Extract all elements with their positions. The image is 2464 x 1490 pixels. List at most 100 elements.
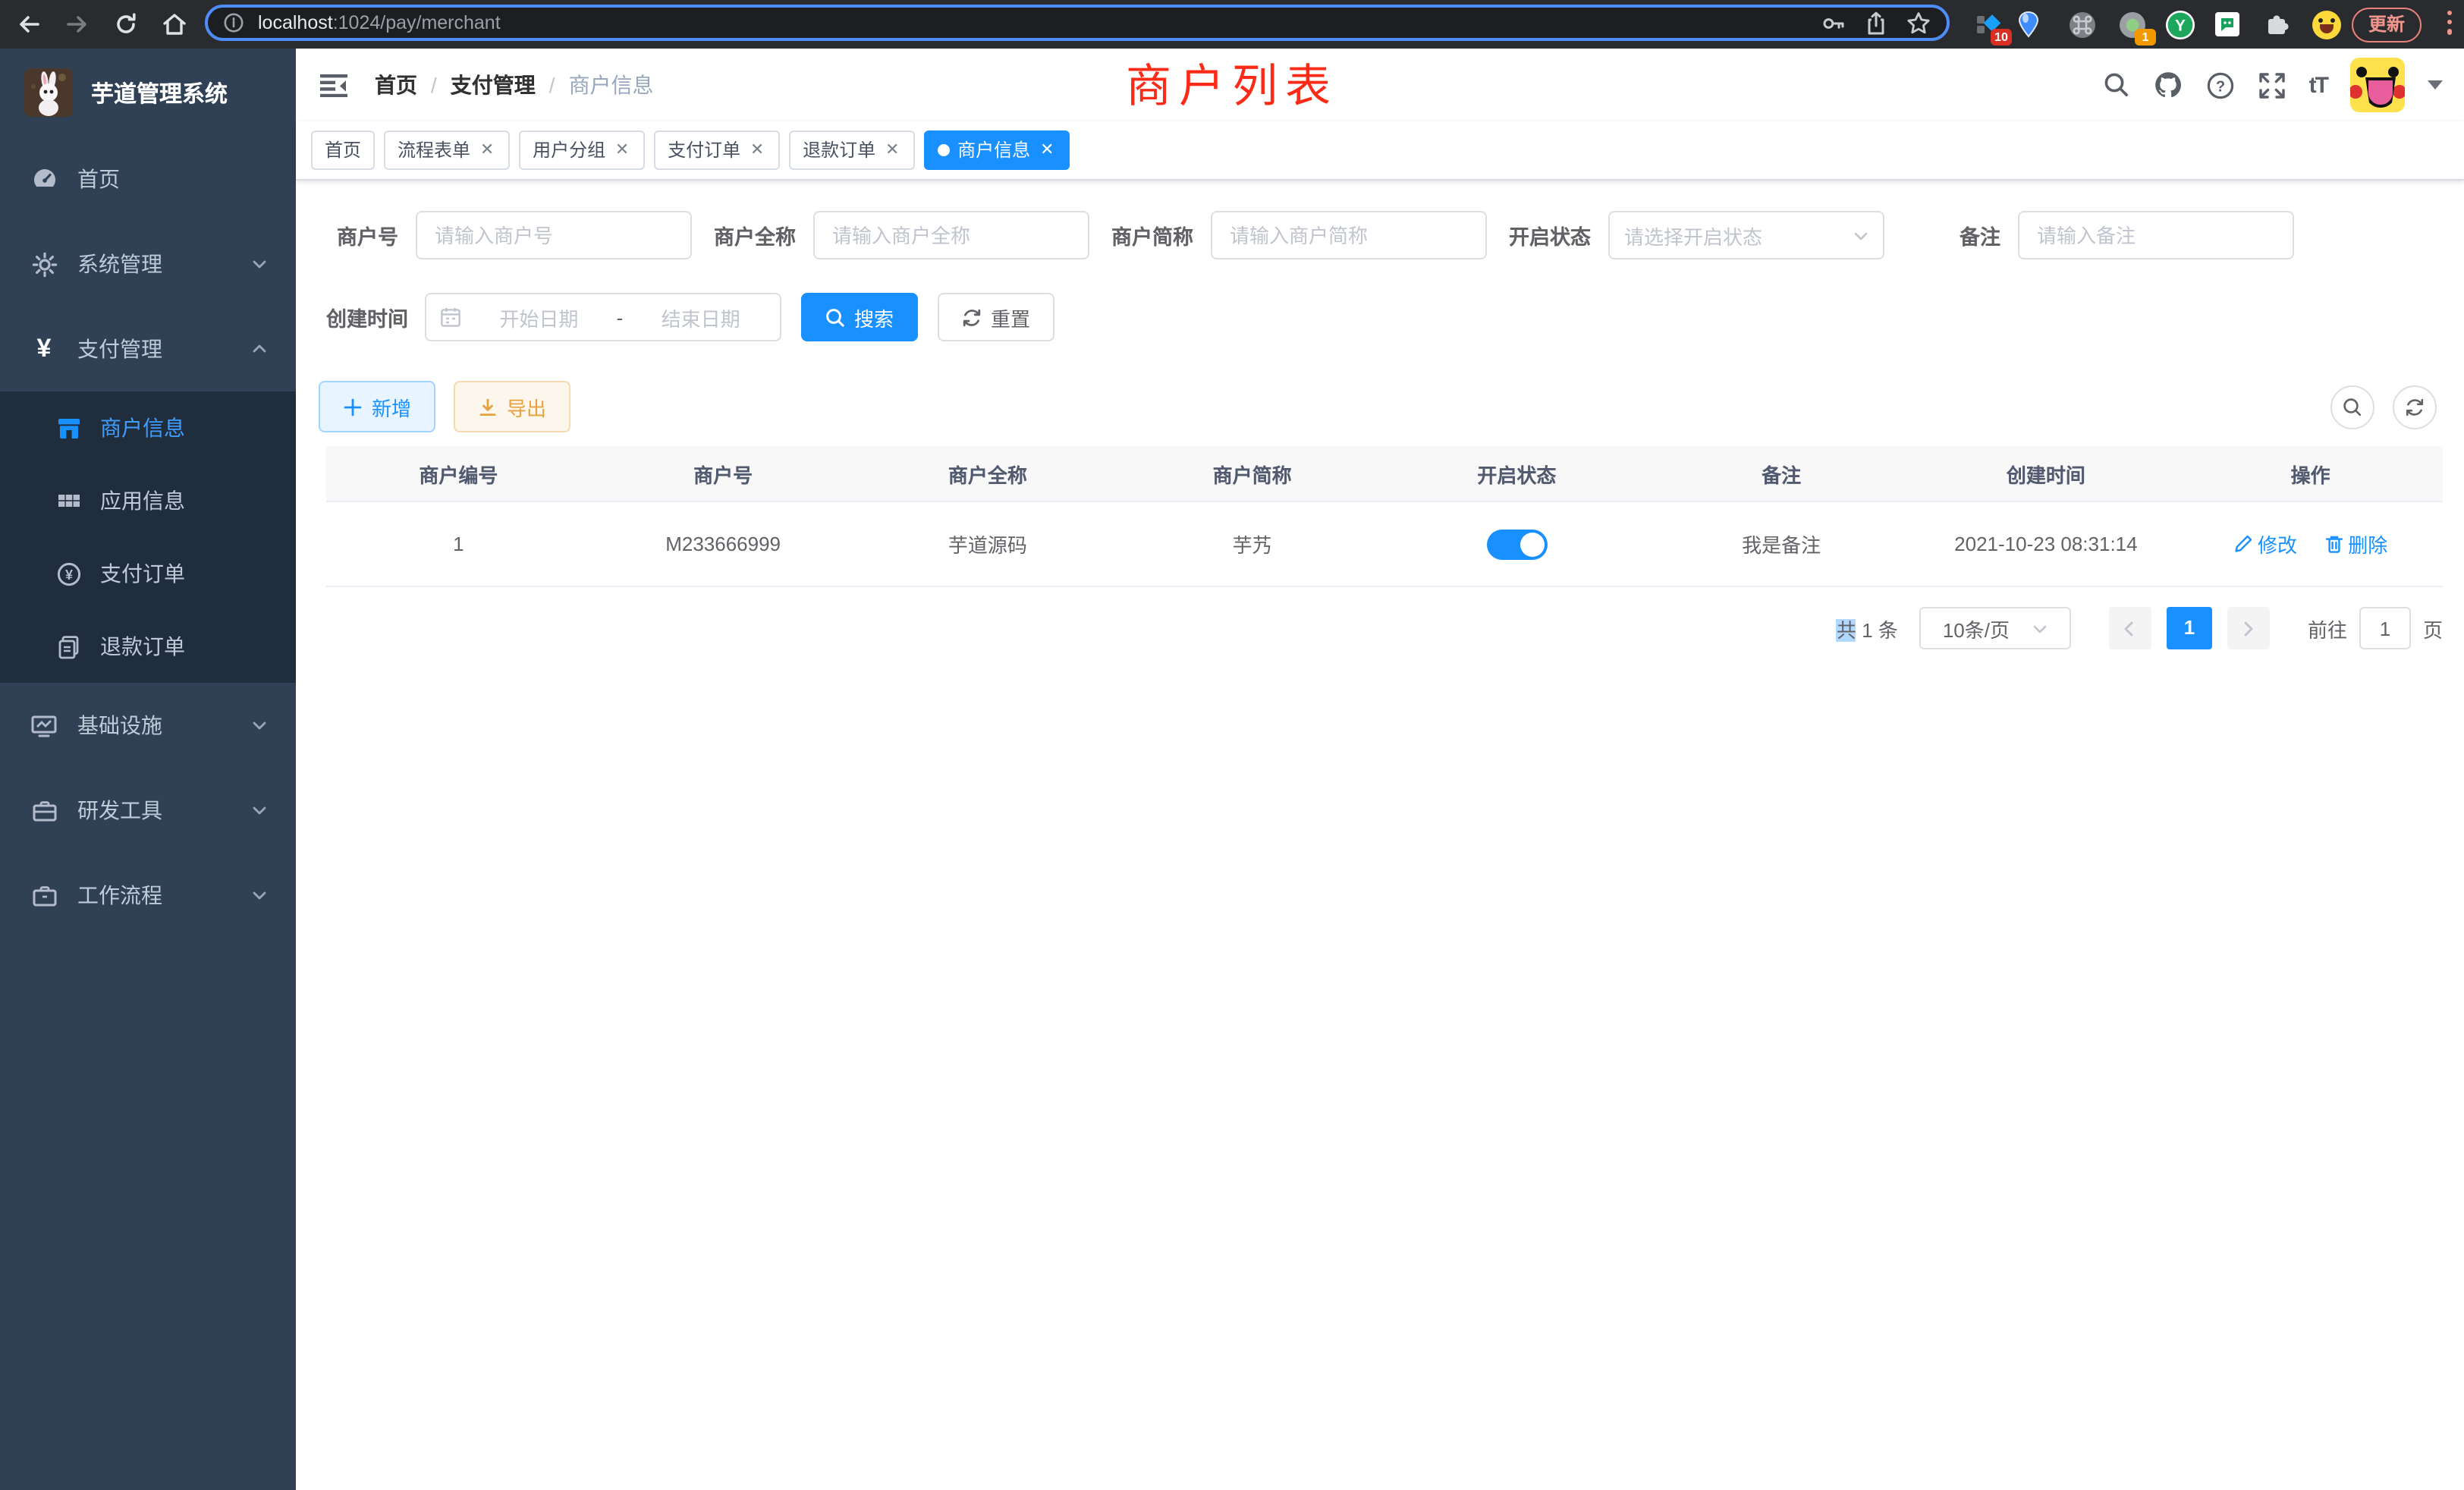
delete-link[interactable]: 删除	[2324, 530, 2387, 558]
sidebar-item-merchant-info[interactable]: 商户信息	[0, 391, 296, 464]
close-icon[interactable]: ✕	[478, 132, 496, 168]
page-number-1[interactable]: 1	[2167, 607, 2212, 649]
tab-process-form[interactable]: 流程表单✕	[384, 130, 510, 170]
col-header: 商户编号	[326, 446, 591, 501]
ext-diamond-icon[interactable]: 10	[1972, 9, 2003, 39]
breadcrumb: 首页 / 支付管理 / 商户信息	[375, 70, 654, 100]
tab-merchant-info[interactable]: 商户信息✕	[924, 130, 1070, 170]
collapse-sidebar-icon[interactable]	[314, 68, 354, 102]
prev-page-button[interactable]	[2109, 607, 2151, 649]
remark-input[interactable]	[2034, 222, 2277, 248]
app-logo[interactable]: 芋道管理系统	[0, 49, 296, 137]
monitor-chart-icon	[30, 712, 58, 738]
reset-button[interactable]: 重置	[938, 293, 1054, 341]
sidebar-item-infra[interactable]: 基础设施	[0, 683, 296, 768]
url-path: :1024/pay/merchant	[333, 12, 501, 33]
url-host: localhost	[258, 12, 333, 33]
sidebar-item-payment[interactable]: ¥ 支付管理	[0, 306, 296, 391]
export-button[interactable]: 导出	[454, 381, 570, 432]
close-icon[interactable]: ✕	[883, 132, 901, 168]
chevron-down-icon	[2031, 620, 2048, 637]
url-text: localhost:1024/pay/merchant	[258, 12, 501, 33]
app-title: 芋道管理系统	[91, 77, 228, 108]
ext-badge: 1	[2135, 29, 2156, 46]
chevron-down-icon	[250, 886, 269, 904]
tab-user-group[interactable]: 用户分组✕	[519, 130, 645, 170]
col-header: 操作	[2178, 446, 2443, 501]
site-info-icon[interactable]	[223, 12, 244, 33]
close-icon[interactable]: ✕	[613, 132, 631, 168]
breadcrumb-payment[interactable]: 支付管理	[451, 70, 536, 100]
sidebar-item-label: 支付管理	[77, 334, 250, 364]
breadcrumb-home[interactable]: 首页	[375, 70, 417, 100]
close-icon[interactable]: ✕	[1038, 132, 1056, 168]
avatar-caret-icon[interactable]	[2428, 80, 2443, 97]
show-search-toggle-button[interactable]	[2330, 385, 2374, 429]
share-icon[interactable]	[1863, 10, 1889, 36]
calendar-icon	[440, 306, 461, 328]
extensions-puzzle-icon[interactable]	[2262, 9, 2293, 39]
filter-label: 备注	[1960, 220, 2000, 250]
sidebar-item-label: 支付订单	[100, 558, 185, 589]
ext-recorder-icon[interactable]: 1	[2117, 9, 2147, 39]
page-content: 商户号 商户全称 商户简称 开启状态 请选择开启状态	[296, 181, 2464, 1490]
pagination-total: 共 1 条	[1837, 614, 1898, 643]
table-row: 1 M233666999 芋道源码 芋艿 我是备注 2021-10-23 08:…	[326, 501, 2443, 586]
add-button[interactable]: 新增	[319, 381, 435, 432]
ext-balloon-icon[interactable]	[2013, 9, 2044, 39]
browser-menu-icon[interactable]	[2447, 11, 2452, 34]
ext-chat-icon[interactable]	[2212, 9, 2242, 39]
ext-green-y-icon[interactable]: Y	[2165, 9, 2195, 39]
sidebar-item-workflow[interactable]: 工作流程	[0, 853, 296, 938]
browser-reload-icon[interactable]	[112, 11, 140, 38]
browser-forward-icon[interactable]	[64, 11, 91, 38]
tab-refund-order[interactable]: 退款订单✕	[789, 130, 915, 170]
col-header: 商户号	[591, 446, 856, 501]
sidebar-item-system[interactable]: 系统管理	[0, 222, 296, 306]
short-name-input[interactable]	[1227, 222, 1469, 248]
pay-order-icon: ¥	[56, 561, 82, 586]
next-page-button[interactable]	[2227, 607, 2270, 649]
status-select[interactable]: 请选择开启状态	[1608, 211, 1884, 259]
browser-update-button[interactable]: 更新	[2352, 8, 2422, 42]
merchant-no-input[interactable]	[432, 222, 674, 248]
ext-command-icon[interactable]	[2066, 9, 2097, 39]
cell-full-name: 芋道源码	[856, 501, 1120, 586]
col-header: 创建时间	[1914, 446, 2179, 501]
col-header: 商户简称	[1120, 446, 1384, 501]
sidebar-item-label: 工作流程	[77, 880, 250, 910]
font-size-icon[interactable]: tT	[2309, 72, 2327, 98]
page-unit-label: 页	[2423, 614, 2443, 643]
cell-id: 1	[326, 501, 591, 586]
address-bar[interactable]: localhost:1024/pay/merchant	[205, 5, 1950, 41]
browser-profile-avatar[interactable]	[2311, 9, 2341, 39]
sidebar-item-pay-order[interactable]: ¥ 支付订单	[0, 537, 296, 610]
user-avatar[interactable]	[2350, 58, 2405, 112]
create-time-range-picker[interactable]: 开始日期 - 结束日期	[425, 293, 781, 341]
chevron-down-icon	[250, 255, 269, 273]
sidebar-item-app-info[interactable]: 应用信息	[0, 464, 296, 537]
tab-home[interactable]: 首页	[311, 130, 375, 170]
sidebar-item-home[interactable]: 首页	[0, 137, 296, 222]
bookmark-star-icon[interactable]	[1906, 10, 1931, 36]
goto-page-input[interactable]	[2359, 607, 2411, 649]
edit-link[interactable]: 修改	[2233, 530, 2297, 558]
sidebar-item-refund-order[interactable]: 退款订单	[0, 610, 296, 683]
fullscreen-icon[interactable]	[2258, 71, 2286, 99]
col-header: 商户全称	[856, 446, 1120, 501]
browser-back-icon[interactable]	[15, 11, 42, 38]
page-size-select[interactable]: 10条/页	[1919, 607, 2071, 649]
help-icon[interactable]: ?	[2206, 71, 2235, 99]
pagination: 共 1 条 10条/页 1 前往 页	[326, 607, 2443, 649]
close-icon[interactable]: ✕	[748, 132, 766, 168]
password-key-icon[interactable]	[1821, 10, 1846, 36]
search-button[interactable]: 搜索	[801, 293, 918, 341]
browser-home-icon[interactable]	[161, 11, 188, 38]
refresh-table-button[interactable]	[2393, 385, 2437, 429]
sidebar-item-dev-tools[interactable]: 研发工具	[0, 768, 296, 853]
full-name-input[interactable]	[829, 222, 1072, 248]
tab-pay-order[interactable]: 支付订单✕	[654, 130, 780, 170]
github-icon[interactable]	[2153, 70, 2183, 100]
status-toggle[interactable]	[1486, 529, 1547, 559]
search-icon[interactable]	[2103, 71, 2130, 99]
